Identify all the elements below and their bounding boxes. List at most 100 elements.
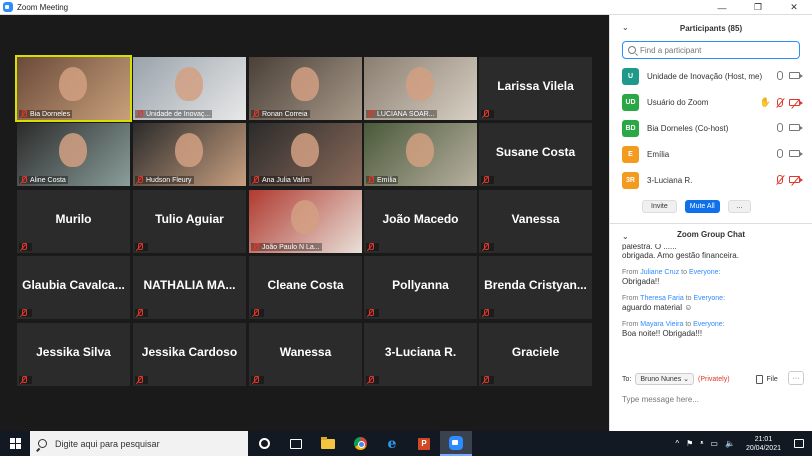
participant-tile[interactable]: Ana Julia Valim [249,123,362,186]
tile-label-text: Aline Costa [30,176,66,184]
more-options-button[interactable]: ... [727,199,752,213]
powerpoint-button[interactable]: P [408,431,440,456]
mic-muted-icon [252,309,260,317]
chrome-button[interactable] [344,431,376,456]
participant-tile[interactable]: Graciele [479,323,592,386]
participant-row[interactable]: UD Usuário do Zoom ✋ [610,89,812,115]
tray-app-icon[interactable]: ⚑ [686,439,693,448]
participant-tile[interactable]: Pollyanna [364,256,477,319]
collapse-chevron-icon[interactable]: ⌄ [622,232,629,241]
clock-time: 21:01 [754,435,773,443]
participant-silhouette [59,133,87,167]
taskbar-search[interactable]: Digite aqui para pesquisar [30,431,248,456]
tile-label-text: Hudson Fleury [146,176,192,184]
mic-muted-icon [20,376,28,384]
clock[interactable]: 21:01 20/04/2021 [746,435,781,453]
chat-title: Zoom Group Chat [677,229,745,239]
chat-sender[interactable]: Mayara Vieira [640,321,683,328]
participant-tile[interactable]: Cleane Costa [249,256,362,319]
participant-row[interactable]: 3R 3-Luciana R. [610,167,812,193]
participant-tile[interactable]: Jessika Cardoso [133,323,246,386]
chat-message-text: aguardo material ☺ [622,303,693,312]
minimize-button[interactable]: — [704,0,740,15]
chat-sender[interactable]: Juliane Cruz [640,269,679,276]
mute-all-button[interactable]: Mute All [684,199,720,213]
collapse-chevron-icon[interactable]: ⌄ [622,23,629,32]
mic-icon[interactable] [777,71,783,80]
participant-row[interactable]: E Emília [610,141,812,167]
tile-label: Aline Costa [19,176,68,184]
tile-label: Ronan Correia [251,110,310,118]
camera-icon[interactable] [789,124,803,131]
participant-name: Susane Costa [495,145,576,159]
chat-recipient[interactable]: Everyone [694,295,724,302]
participant-tile[interactable]: Glaubia Cavalca... [17,256,130,319]
volume-icon[interactable]: 🔈 [725,439,735,448]
network-icon[interactable]: ᵜ [700,439,703,448]
participant-tile[interactable]: Susane Costa [479,123,592,186]
chat-sender[interactable]: Theresa Faria [640,295,684,302]
participant-tile[interactable]: Tulio Aguiar [133,190,246,253]
chat-recipient[interactable]: Everyone [689,269,719,276]
participant-tile[interactable]: Ronan Correia [249,57,362,120]
participant-tile[interactable]: Hudson Fleury [133,123,246,186]
edge-button[interactable]: e [376,431,408,456]
participant-search[interactable] [622,41,800,59]
participant-tile[interactable]: Wanessa [249,323,362,386]
participant-tile[interactable]: Bia Dorneles [15,55,132,122]
powerpoint-icon: P [418,437,430,450]
participant-tile[interactable]: Emília [364,123,477,186]
invite-button[interactable]: Invite [642,199,677,213]
participant-tile[interactable]: Larissa Vilela [479,57,592,120]
participant-tile[interactable]: Jessika Silva [17,323,130,386]
close-button[interactable]: ✕ [776,0,812,15]
camera-icon[interactable] [789,72,803,79]
tile-label [481,309,494,317]
battery-icon[interactable]: ▭ [710,439,718,448]
mic-muted-icon [252,243,260,251]
camera-icon[interactable] [789,150,803,157]
mic-icon[interactable] [777,123,783,132]
tile-label: Emília [366,176,399,184]
notifications-icon[interactable] [794,439,804,448]
participant-tile[interactable]: João Macedo [364,190,477,253]
participant-tile[interactable]: NATHALIA MA... [133,256,246,319]
participant-tile[interactable]: Aline Costa [17,123,130,186]
chat-message-input[interactable]: Type message here... [622,395,800,404]
participant-search-input[interactable] [640,45,790,55]
camera-off-icon[interactable] [789,99,803,106]
chat-more-button[interactable]: ··· [788,371,804,385]
participant-tile[interactable]: 3-Luciana R. [364,323,477,386]
camera-off-icon[interactable] [789,176,803,183]
tray-chevron-icon[interactable]: ^ [675,439,679,448]
participant-row[interactable]: U Unidade de Inovação (Host, me) [610,63,812,89]
file-explorer-button[interactable] [312,431,344,456]
mic-muted-icon [136,243,144,251]
participant-tile[interactable]: LUCIANA SOAR... [364,57,477,120]
mic-icon[interactable] [777,149,783,158]
participant-row-name: Unidade de Inovação (Host, me) [647,71,763,81]
cortana-button[interactable] [248,431,280,456]
participant-tile[interactable]: Unidade de Inovaç... [133,57,246,120]
participant-row[interactable]: BD Bia Dorneles (Co-host) [610,115,812,141]
file-icon [755,374,763,384]
participant-name: Graciele [511,345,560,359]
task-view-button[interactable] [280,431,312,456]
chat-recipient[interactable]: Everyone [693,321,723,328]
file-button[interactable]: File [755,374,778,384]
mic-muted-icon [367,309,375,317]
participant-tile[interactable]: João Paulo N La... [249,190,362,253]
mic-muted-icon[interactable] [777,98,783,107]
window-title: Zoom Meeting [17,2,69,12]
participant-tile[interactable]: Brenda Cristyan... [479,256,592,319]
recipient-select[interactable]: Bruno Nunes ⌄ [635,373,695,385]
start-button[interactable] [0,431,30,456]
participant-tile[interactable]: Vanessa [479,190,592,253]
participant-status-icons [777,123,803,132]
participant-tile[interactable]: Murilo [17,190,130,253]
chat-recipient-row: To: Bruno Nunes ⌄ (Privately) File ··· [610,371,812,387]
mic-muted-icon [136,376,144,384]
zoom-taskbar-button[interactable] [440,431,472,456]
restore-button[interactable]: ❐ [740,0,776,15]
mic-muted-icon[interactable] [777,175,783,184]
